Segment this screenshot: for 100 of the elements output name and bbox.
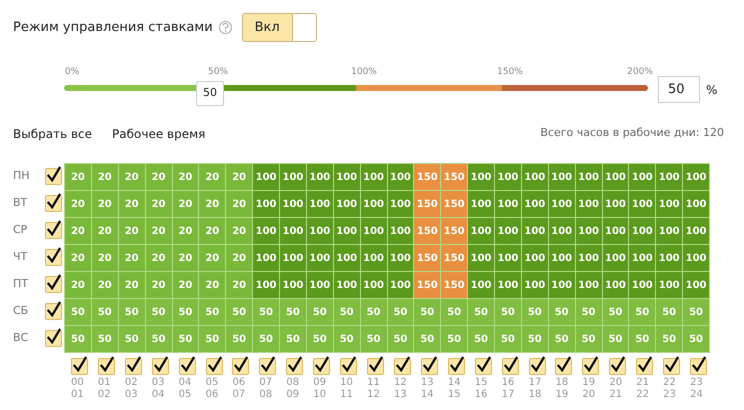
grid-cell[interactable]: 20 xyxy=(226,191,252,217)
grid-cell[interactable]: 100 xyxy=(306,218,333,244)
checkbox[interactable] xyxy=(259,358,276,375)
grid-cell[interactable]: 100 xyxy=(548,164,575,190)
grid-cell[interactable]: 50 xyxy=(468,299,494,325)
grid-cell[interactable]: 150 xyxy=(414,245,440,271)
grid-cell[interactable]: 20 xyxy=(226,218,252,244)
grid-cell[interactable]: 20 xyxy=(65,218,91,244)
checkbox[interactable] xyxy=(71,358,88,375)
checkbox[interactable] xyxy=(448,358,465,375)
grid-cell[interactable]: 100 xyxy=(522,218,548,244)
grid-cell[interactable]: 50 xyxy=(360,299,386,325)
grid-cell[interactable]: 100 xyxy=(656,164,682,190)
grid-cell[interactable]: 100 xyxy=(602,245,628,271)
grid-cell[interactable]: 50 xyxy=(656,326,682,352)
checkbox[interactable] xyxy=(502,358,519,375)
grid-cell[interactable]: 100 xyxy=(683,164,709,190)
grid-cell[interactable]: 100 xyxy=(495,245,521,271)
grid-cell[interactable]: 20 xyxy=(146,272,172,298)
grid-cell[interactable]: 100 xyxy=(602,191,628,217)
grid-cell[interactable]: 20 xyxy=(199,218,226,244)
grid-cell[interactable]: 100 xyxy=(495,191,521,217)
grid-cell[interactable]: 100 xyxy=(602,272,628,298)
grid-cell[interactable]: 100 xyxy=(495,218,521,244)
grid-cell[interactable]: 100 xyxy=(360,164,386,190)
checkbox[interactable] xyxy=(45,330,62,347)
grid-cell[interactable]: 20 xyxy=(146,164,172,190)
grid-cell[interactable]: 100 xyxy=(576,245,602,271)
grid-cell[interactable]: 50 xyxy=(306,326,333,352)
grid-cell[interactable]: 150 xyxy=(414,218,440,244)
grid-cell[interactable]: 50 xyxy=(602,299,628,325)
grid-cell[interactable]: 50 xyxy=(226,326,252,352)
grid-cell[interactable]: 50 xyxy=(441,299,468,325)
grid-cell[interactable]: 20 xyxy=(199,272,226,298)
checkbox[interactable] xyxy=(45,303,62,320)
checkbox[interactable] xyxy=(206,358,223,375)
checkbox[interactable] xyxy=(124,358,142,375)
grid-cell[interactable]: 100 xyxy=(656,191,682,217)
grid-cell[interactable]: 100 xyxy=(388,164,414,190)
grid-cell[interactable]: 100 xyxy=(629,272,656,298)
grid-cell[interactable]: 20 xyxy=(118,218,145,244)
grid-cell[interactable]: 20 xyxy=(172,272,198,298)
grid-cell[interactable]: 100 xyxy=(602,218,628,244)
grid-cell[interactable]: 100 xyxy=(360,191,386,217)
grid-cell[interactable]: 50 xyxy=(334,326,360,352)
grid-cell[interactable]: 20 xyxy=(118,272,145,298)
grid-cell[interactable]: 20 xyxy=(226,245,252,271)
grid-cell[interactable]: 20 xyxy=(172,164,198,190)
checkbox[interactable] xyxy=(690,358,708,375)
grid-cell[interactable]: 50 xyxy=(522,326,548,352)
slider-handle[interactable]: 50 xyxy=(196,81,224,106)
grid-cell[interactable]: 20 xyxy=(65,191,91,217)
checkbox[interactable] xyxy=(45,168,62,185)
grid-cell[interactable]: 100 xyxy=(468,218,494,244)
grid-cell[interactable]: 50 xyxy=(548,299,575,325)
checkbox[interactable] xyxy=(474,358,492,375)
checkbox[interactable] xyxy=(286,358,304,375)
grid-cell[interactable]: 50 xyxy=(118,326,145,352)
grid-cell[interactable]: 100 xyxy=(576,218,602,244)
grid-cell[interactable]: 100 xyxy=(280,272,306,298)
grid-cell[interactable]: 100 xyxy=(629,191,656,217)
grid-cell[interactable]: 50 xyxy=(629,299,656,325)
grid-cell[interactable]: 50 xyxy=(388,326,414,352)
grid-cell[interactable]: 150 xyxy=(414,272,440,298)
grid-cell[interactable]: 100 xyxy=(334,164,360,190)
grid-cell[interactable]: 50 xyxy=(92,326,118,352)
grid-cell[interactable]: 50 xyxy=(306,299,333,325)
grid-cell[interactable]: 20 xyxy=(92,191,118,217)
grid-cell[interactable]: 50 xyxy=(656,299,682,325)
grid-cell[interactable]: 100 xyxy=(683,218,709,244)
link[interactable]: Рабочее время xyxy=(112,125,206,143)
grid-cell[interactable]: 100 xyxy=(253,218,279,244)
grid-cell[interactable]: 100 xyxy=(522,272,548,298)
grid-cell[interactable]: 100 xyxy=(306,272,333,298)
grid-cell[interactable]: 150 xyxy=(441,191,468,217)
grid-cell[interactable]: 100 xyxy=(522,164,548,190)
grid-cell[interactable]: 150 xyxy=(441,245,468,271)
grid-cell[interactable]: 50 xyxy=(548,326,575,352)
grid-cell[interactable]: 150 xyxy=(414,164,440,190)
grid-cell[interactable]: 100 xyxy=(576,164,602,190)
grid-cell[interactable]: 20 xyxy=(118,245,145,271)
grid-cell[interactable]: 100 xyxy=(334,218,360,244)
grid-cell[interactable]: 100 xyxy=(334,272,360,298)
grid-cell[interactable]: 20 xyxy=(172,191,198,217)
grid-cell[interactable]: 100 xyxy=(306,245,333,271)
grid-cell[interactable]: 100 xyxy=(334,191,360,217)
grid-cell[interactable]: 20 xyxy=(65,272,91,298)
grid-cell[interactable]: 100 xyxy=(468,245,494,271)
grid-cell[interactable]: 20 xyxy=(92,218,118,244)
grid-cell[interactable]: 50 xyxy=(65,299,91,325)
grid-cell[interactable]: 150 xyxy=(441,272,468,298)
grid-cell[interactable]: 100 xyxy=(253,245,279,271)
grid-cell[interactable]: 100 xyxy=(656,218,682,244)
grid-cell[interactable]: 100 xyxy=(253,164,279,190)
checkbox[interactable] xyxy=(45,249,62,266)
grid-cell[interactable]: 20 xyxy=(65,245,91,271)
grid-cell[interactable]: 100 xyxy=(360,272,386,298)
grid-cell[interactable]: 100 xyxy=(495,164,521,190)
grid-cell[interactable]: 150 xyxy=(414,191,440,217)
checkbox[interactable] xyxy=(609,358,626,375)
